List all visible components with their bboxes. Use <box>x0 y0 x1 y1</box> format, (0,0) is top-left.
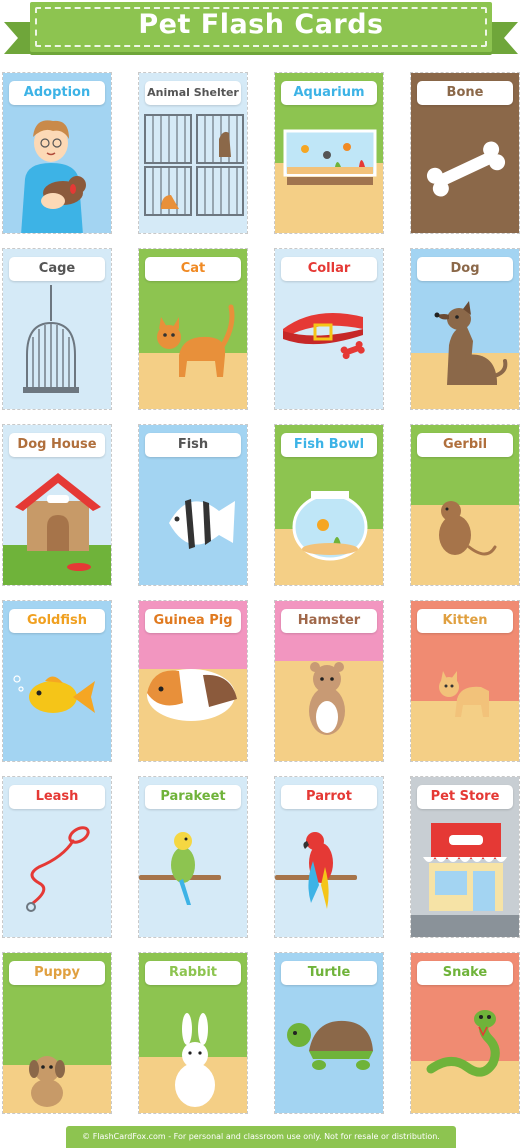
card-rabbit[interactable]: Rabbit <box>138 952 248 1114</box>
page-title: Pet Flash Cards <box>138 9 384 40</box>
card-label: Dog House <box>9 433 105 457</box>
card-animal-shelter[interactable]: Animal Shelter <box>138 72 248 234</box>
card-parrot[interactable]: Parrot <box>274 776 384 938</box>
card-fish[interactable]: Fish <box>138 424 248 586</box>
card-hamster[interactable]: Hamster <box>274 600 384 762</box>
gerbil-illustration <box>439 501 497 556</box>
card-label: Animal Shelter <box>145 81 241 105</box>
card-label: Hamster <box>281 609 377 633</box>
card-label: Rabbit <box>145 961 241 985</box>
card-label: Turtle <box>281 961 377 985</box>
card-turtle[interactable]: Turtle <box>274 952 384 1114</box>
card-label: Leash <box>9 785 105 809</box>
rabbit-illustration <box>175 1013 215 1107</box>
card-label: Puppy <box>9 961 105 985</box>
fish-illustration <box>169 499 235 549</box>
card-label: Pet Store <box>417 785 513 809</box>
card-label: Bone <box>417 81 513 105</box>
card-label: Collar <box>281 257 377 281</box>
kitten-illustration <box>439 671 489 717</box>
aquarium-illustration <box>283 129 377 185</box>
card-label: Kitten <box>417 609 513 633</box>
pet-store-illustration <box>423 823 507 911</box>
card-label: Dog <box>417 257 513 281</box>
card-kitten[interactable]: Kitten <box>410 600 520 762</box>
card-label: Goldfish <box>9 609 105 633</box>
card-adoption[interactable]: Adoption <box>2 72 112 234</box>
adoption-illustration <box>21 120 86 233</box>
title-banner: Pet Flash Cards <box>0 0 522 60</box>
dog-illustration <box>434 301 508 385</box>
leash-illustration <box>26 826 90 912</box>
card-label: Adoption <box>9 81 105 105</box>
card-label: Parakeet <box>145 785 241 809</box>
footer-credit: © FlashCardFox.com - For personal and cl… <box>66 1126 456 1148</box>
guinea-pig-illustration <box>147 669 237 721</box>
banner-ribbon: Pet Flash Cards <box>30 2 492 52</box>
goldfish-illustration <box>13 675 95 713</box>
card-label: Parrot <box>281 785 377 809</box>
card-cage[interactable]: Cage <box>2 248 112 410</box>
cage-illustration <box>23 285 79 393</box>
card-pet-store[interactable]: Pet Store <box>410 776 520 938</box>
card-label: Fish Bowl <box>281 433 377 457</box>
card-dog[interactable]: Dog <box>410 248 520 410</box>
cat-illustration <box>157 304 235 377</box>
card-parakeet[interactable]: Parakeet <box>138 776 248 938</box>
card-label: Fish <box>145 433 241 457</box>
card-collar[interactable]: Collar <box>274 248 384 410</box>
card-guinea-pig[interactable]: Guinea Pig <box>138 600 248 762</box>
fish-bowl-illustration <box>292 491 368 561</box>
card-leash[interactable]: Leash <box>2 776 112 938</box>
card-puppy[interactable]: Puppy <box>2 952 112 1114</box>
puppy-illustration <box>29 1056 65 1107</box>
card-label: Cage <box>9 257 105 281</box>
animal-shelter-illustration <box>144 114 244 216</box>
bone-illustration <box>426 141 506 197</box>
parrot-illustration <box>275 832 357 909</box>
card-snake[interactable]: Snake <box>410 952 520 1114</box>
card-fish-bowl[interactable]: Fish Bowl <box>274 424 384 586</box>
card-label: Aquarium <box>281 81 377 105</box>
card-aquarium[interactable]: Aquarium <box>274 72 384 234</box>
hamster-illustration <box>309 662 345 735</box>
card-dog-house[interactable]: Dog House <box>2 424 112 586</box>
card-label: Gerbil <box>417 433 513 457</box>
card-label: Guinea Pig <box>145 609 241 633</box>
parakeet-illustration <box>139 832 221 905</box>
collar-illustration <box>283 313 365 360</box>
flash-card-grid: Adoption Animal Shelter Aquarium Bone Ca… <box>2 72 520 1114</box>
card-gerbil[interactable]: Gerbil <box>410 424 520 586</box>
card-label: Snake <box>417 961 513 985</box>
card-bone[interactable]: Bone <box>410 72 520 234</box>
card-goldfish[interactable]: Goldfish <box>2 600 112 762</box>
snake-illustration <box>426 1010 500 1077</box>
card-label: Cat <box>145 257 241 281</box>
turtle-illustration <box>287 1020 373 1070</box>
dog-house-illustration <box>15 473 101 571</box>
card-cat[interactable]: Cat <box>138 248 248 410</box>
